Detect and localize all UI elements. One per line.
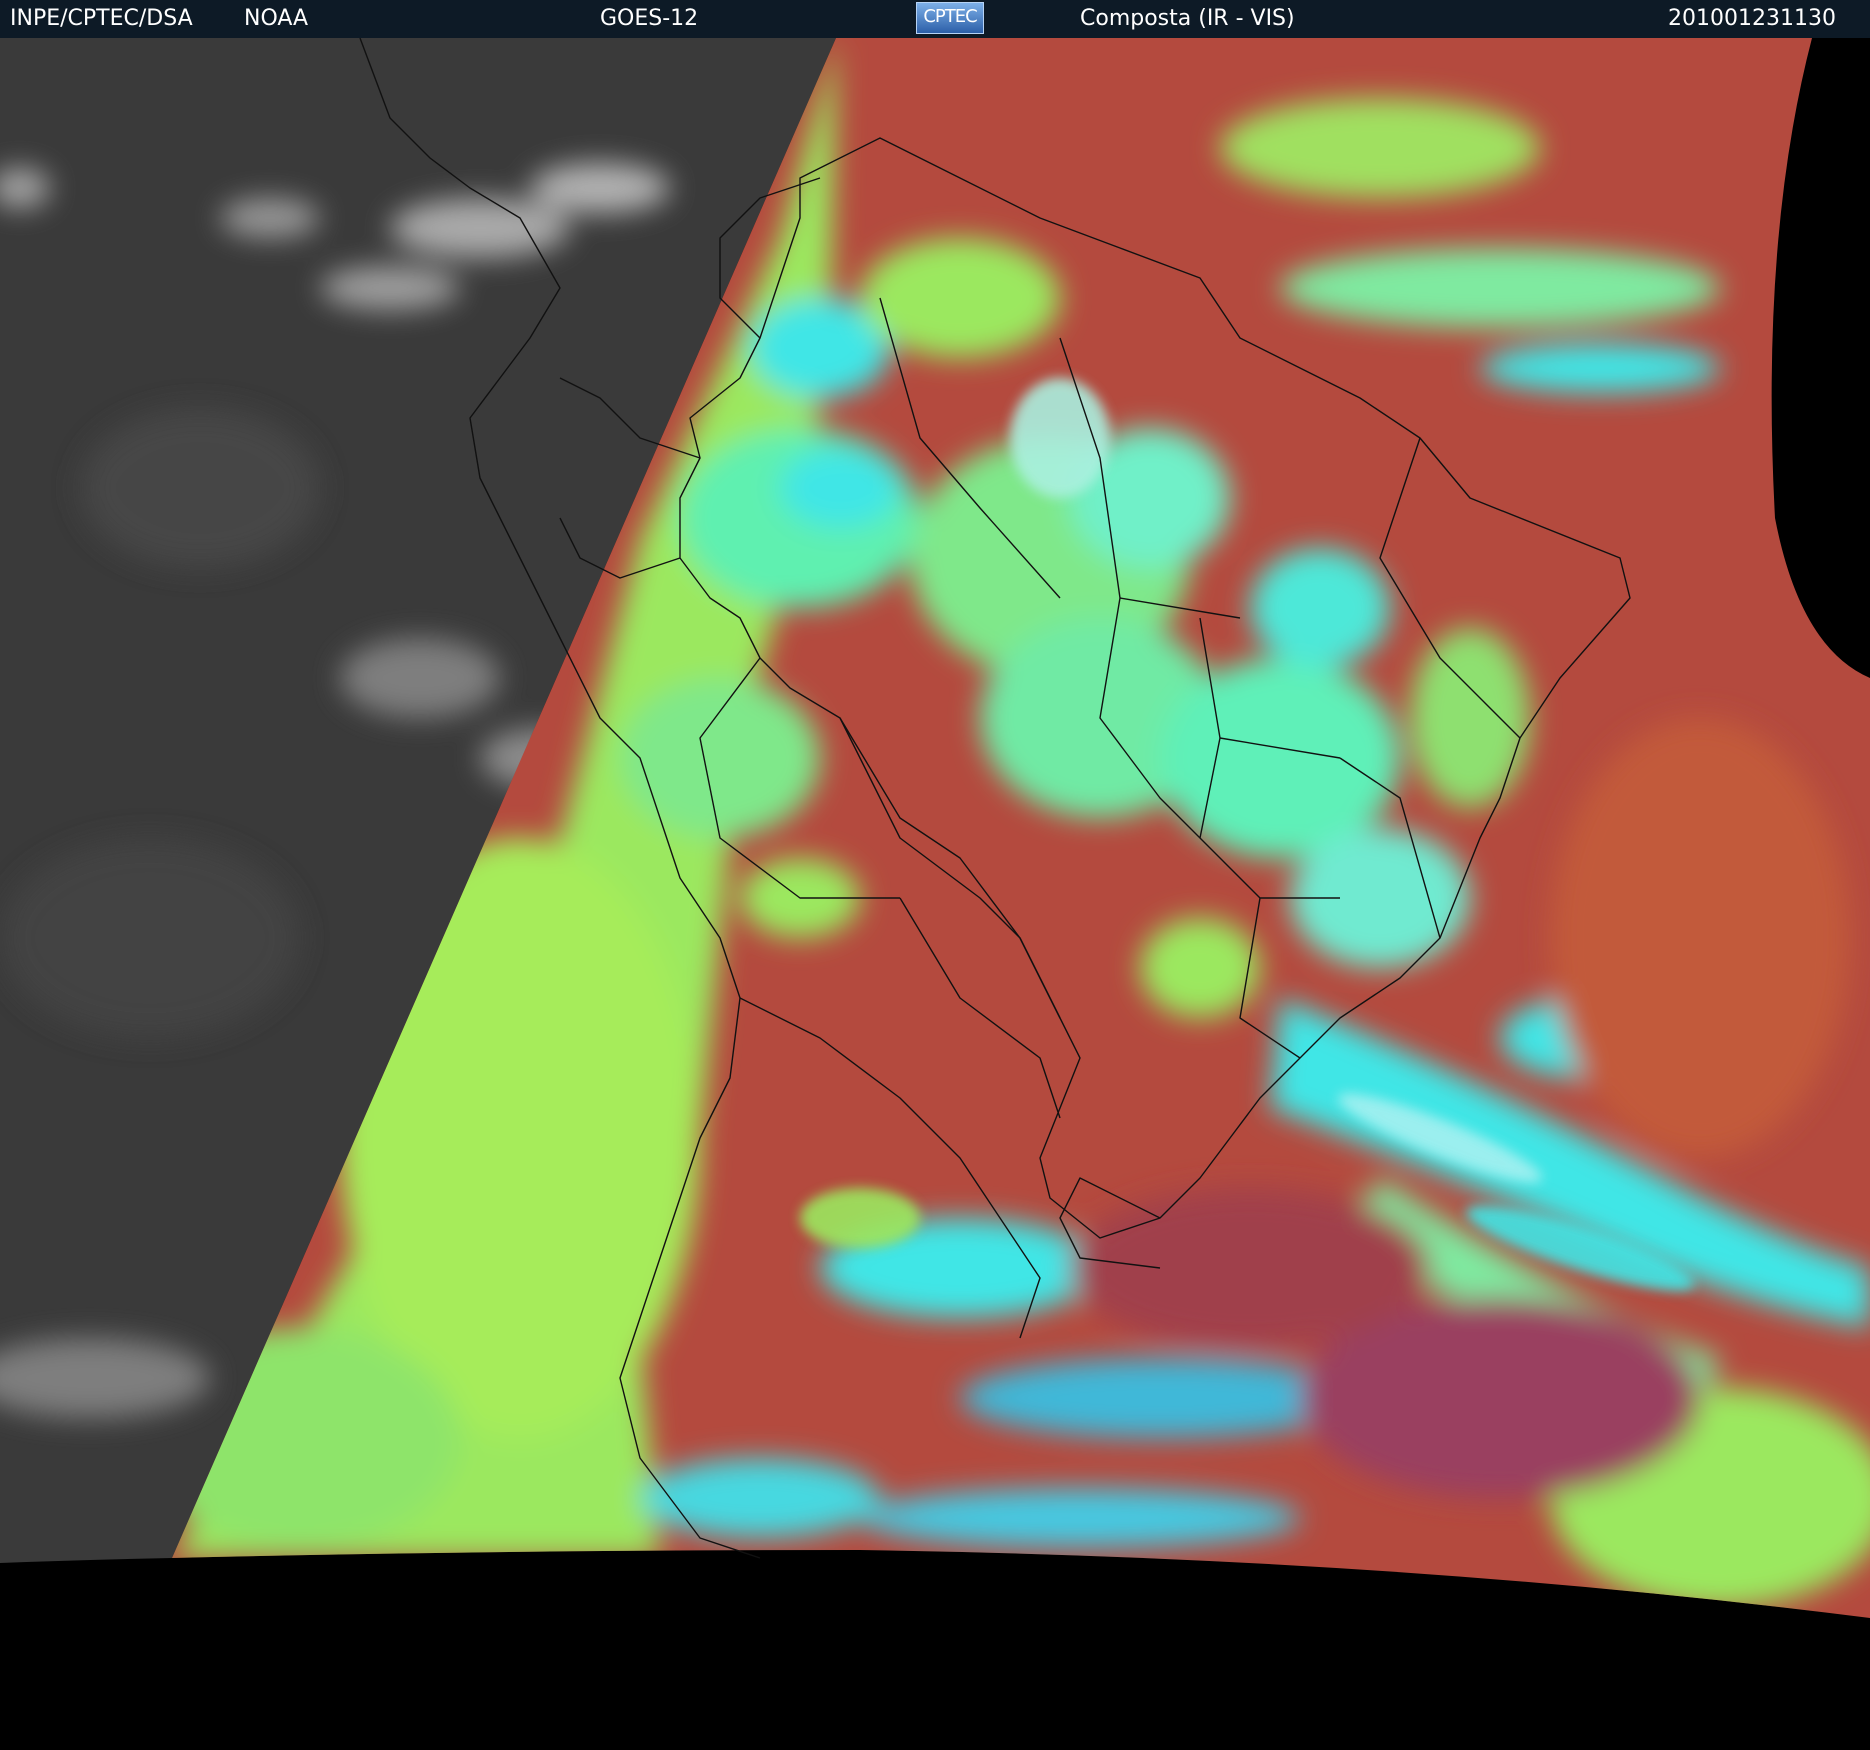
satellite-image-viewer: INPE/CPTEC/DSA NOAA GOES-12 CPTEC Compos… — [0, 0, 1870, 1750]
agency-label: INPE/CPTEC/DSA — [10, 6, 193, 31]
satellite-label: GOES-12 — [600, 6, 699, 31]
image-header-bar: INPE/CPTEC/DSA NOAA GOES-12 CPTEC Compos… — [0, 0, 1870, 39]
product-label: Composta (IR - VIS) — [1080, 6, 1295, 31]
cptec-logo-text: CPTEC — [923, 6, 977, 27]
timestamp-label: 201001231130 — [1668, 6, 1836, 31]
satellite-map — [0, 38, 1870, 1750]
partner-label: NOAA — [244, 6, 309, 31]
cptec-logo: CPTEC — [916, 2, 984, 34]
